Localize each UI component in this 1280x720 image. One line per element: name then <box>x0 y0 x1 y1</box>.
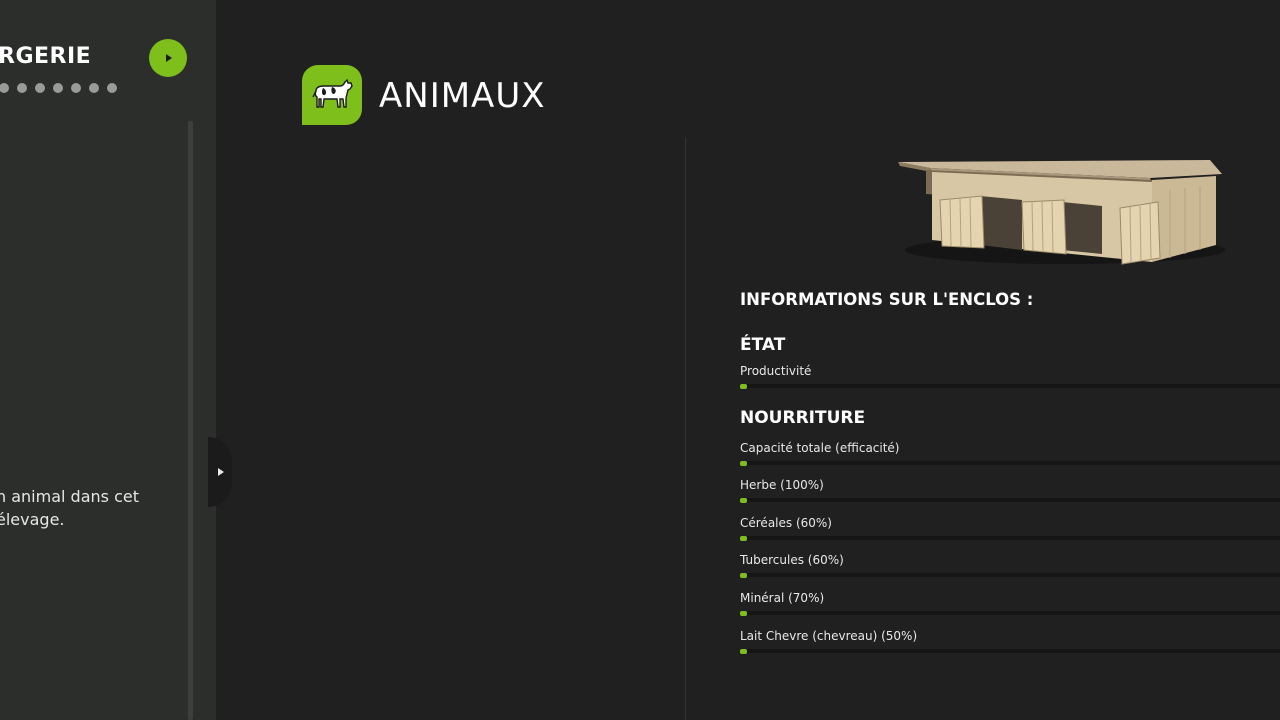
panel-divider <box>685 137 686 720</box>
food-section-title: NOURRITURE <box>740 408 866 428</box>
stat-progress-bar <box>740 573 1280 578</box>
stat-progress-bar <box>740 649 1280 654</box>
stat-progress-bar <box>740 611 1280 616</box>
state-section-title: ÉTAT <box>740 335 786 355</box>
stat-progress-bar <box>740 536 1280 541</box>
arrow-right-icon <box>218 468 224 476</box>
stat-progress-bar <box>740 461 1280 466</box>
stat-progress-fill <box>740 536 747 541</box>
stat-label: Lait Chevre (chevreau) (50%) <box>740 629 918 643</box>
stat-progress-fill <box>740 573 747 578</box>
page-dot[interactable] <box>71 83 81 93</box>
stat-label: Tubercules (60%) <box>740 553 844 567</box>
stat-label: Herbe (100%) <box>740 478 824 492</box>
stat-progress-fill <box>740 498 747 503</box>
animals-screen: RGERIE n animal dans cet élevage. ANIMAU… <box>0 0 1280 720</box>
stat-progress-fill <box>740 461 747 466</box>
stat-progress-fill <box>740 611 747 616</box>
stat-label: Céréales (60%) <box>740 516 832 530</box>
empty-animals-message: n animal dans cet élevage. <box>0 487 139 529</box>
sidebar-toggle-handle[interactable] <box>208 437 232 507</box>
husbandry-sidebar: RGERIE n animal dans cet élevage. <box>0 0 216 720</box>
page-dot[interactable] <box>17 83 27 93</box>
stat-progress-bar <box>740 384 1280 389</box>
page-dot[interactable] <box>35 83 45 93</box>
husbandry-title: RGERIE <box>0 44 92 69</box>
next-husbandry-button[interactable] <box>149 39 187 77</box>
page-dot[interactable] <box>0 83 9 93</box>
stat-progress-bar <box>740 498 1280 503</box>
stat-label: Productivité <box>740 364 812 378</box>
stat-label: Minéral (70%) <box>740 591 825 605</box>
stat-label: Capacité totale (efficacité) <box>740 441 900 455</box>
cow-icon <box>302 65 362 125</box>
page-dot[interactable] <box>107 83 117 93</box>
page-title: ANIMAUX <box>379 76 546 116</box>
pen-building-image <box>890 150 1230 275</box>
play-arrow-icon <box>166 54 172 62</box>
page-dot[interactable] <box>53 83 63 93</box>
stat-progress-fill <box>740 384 747 389</box>
page-dot[interactable] <box>89 83 99 93</box>
pen-info-heading: INFORMATIONS SUR L'ENCLOS : <box>740 290 1034 309</box>
page-indicator <box>0 83 125 93</box>
stat-progress-fill <box>740 649 747 654</box>
sidebar-scrollbar[interactable] <box>188 121 193 720</box>
